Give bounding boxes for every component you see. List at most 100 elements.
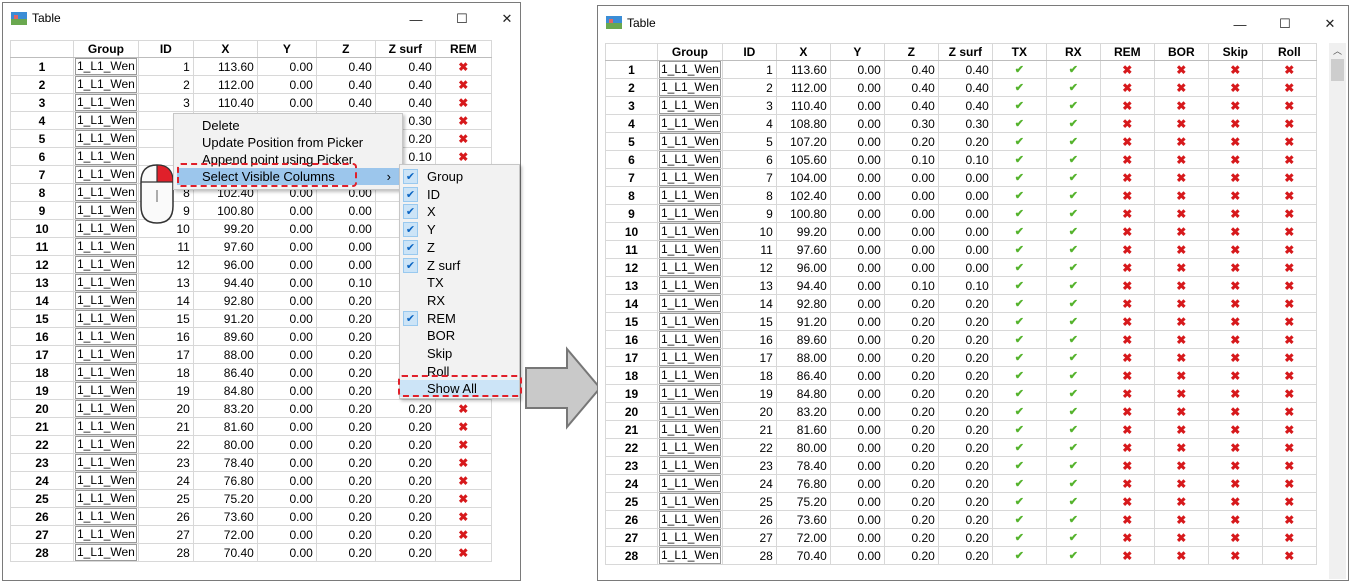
cell-group[interactable]: 1_L1_Wen bbox=[657, 366, 723, 385]
flag-cell[interactable]: ✖ bbox=[1261, 222, 1317, 241]
table-row[interactable]: 18 1_L1_Wen 18 86.40 0.00 0.20 0.20 ✔ ✔ ✖ ✖ ✖ ✖ bbox=[605, 366, 1317, 385]
flag-cell[interactable]: ✖ bbox=[1099, 294, 1155, 313]
flag-cell[interactable]: ✖ bbox=[1261, 60, 1317, 79]
flag-cell[interactable]: ✖ bbox=[1099, 510, 1155, 529]
cell-z-surf[interactable]: 0.00 bbox=[937, 168, 993, 187]
row-number[interactable]: 17 bbox=[605, 348, 658, 367]
flag-cell[interactable]: ✖ bbox=[1153, 258, 1209, 277]
cell-id[interactable]: 22 bbox=[137, 435, 194, 454]
cell-z-surf[interactable]: 0.20 bbox=[374, 489, 436, 508]
cell-z-surf[interactable]: 0.40 bbox=[937, 60, 993, 79]
cell-id[interactable]: 7 bbox=[721, 168, 777, 187]
cell-x[interactable]: 76.80 bbox=[192, 471, 258, 490]
cell-x[interactable]: 94.40 bbox=[192, 273, 258, 292]
cell-z-surf[interactable]: 0.00 bbox=[937, 204, 993, 223]
cell-z-surf[interactable]: 0.40 bbox=[374, 75, 436, 94]
cell-z[interactable]: 0.20 bbox=[315, 543, 376, 562]
cell-y[interactable]: 0.00 bbox=[256, 417, 317, 436]
cell-x[interactable]: 78.40 bbox=[775, 456, 831, 475]
cell-group[interactable]: 1_L1_Wen bbox=[657, 438, 723, 457]
flag-cell[interactable]: ✖ bbox=[1099, 240, 1155, 259]
flag-cell[interactable]: ✔ bbox=[991, 510, 1047, 529]
flag-cell[interactable]: ✖ bbox=[1261, 168, 1317, 187]
cell-id[interactable]: 20 bbox=[137, 399, 194, 418]
cell-x[interactable]: 91.20 bbox=[775, 312, 831, 331]
flag-cell[interactable]: ✖ bbox=[1207, 402, 1263, 421]
flag-cell[interactable]: ✖ bbox=[1261, 96, 1317, 115]
cell-z-surf[interactable]: 0.00 bbox=[937, 258, 993, 277]
flag-cell[interactable]: ✖ bbox=[1261, 78, 1317, 97]
cell-group[interactable]: 1_L1_Wen bbox=[73, 57, 139, 76]
cell-y[interactable]: 0.00 bbox=[829, 132, 885, 151]
cell-z[interactable]: 0.00 bbox=[883, 240, 939, 259]
cell-x[interactable]: 96.00 bbox=[192, 255, 258, 274]
table-row[interactable]: 19 1_L1_Wen 19 84.80 0.00 0.20 0.20 ✔ ✔ ✖ ✖ ✖ ✖ bbox=[605, 384, 1317, 403]
cell-x[interactable]: 97.60 bbox=[192, 237, 258, 256]
column-header-group[interactable]: Group bbox=[73, 40, 139, 58]
flag-cell[interactable]: ✖ bbox=[1153, 168, 1209, 187]
flag-cell[interactable]: ✖ bbox=[1153, 510, 1209, 529]
cell-y[interactable]: 0.00 bbox=[829, 402, 885, 421]
flag-cell[interactable]: ✖ bbox=[434, 507, 492, 526]
cell-z[interactable]: 0.20 bbox=[883, 402, 939, 421]
cell-x[interactable]: 73.60 bbox=[775, 510, 831, 529]
flag-cell[interactable]: ✔ bbox=[1045, 474, 1101, 493]
cell-x[interactable]: 113.60 bbox=[775, 60, 831, 79]
cell-z-surf[interactable]: 0.20 bbox=[937, 294, 993, 313]
cell-id[interactable]: 15 bbox=[721, 312, 777, 331]
row-number[interactable]: 21 bbox=[10, 417, 74, 436]
cell-z[interactable]: 0.20 bbox=[883, 456, 939, 475]
flag-cell[interactable]: ✔ bbox=[1045, 402, 1101, 421]
row-number[interactable]: 22 bbox=[10, 435, 74, 454]
flag-cell[interactable]: ✖ bbox=[1099, 204, 1155, 223]
row-number[interactable]: 5 bbox=[10, 129, 74, 148]
cell-z[interactable]: 0.00 bbox=[315, 255, 376, 274]
flag-cell[interactable]: ✔ bbox=[1045, 276, 1101, 295]
cell-group[interactable]: 1_L1_Wen bbox=[657, 204, 723, 223]
column-header-id[interactable]: ID bbox=[137, 40, 194, 58]
flag-cell[interactable]: ✖ bbox=[1261, 402, 1317, 421]
flag-cell[interactable]: ✖ bbox=[434, 453, 492, 472]
cell-x[interactable]: 92.80 bbox=[192, 291, 258, 310]
row-number[interactable]: 8 bbox=[605, 186, 658, 205]
table-row[interactable]: 2 1_L1_Wen 2 112.00 0.00 0.40 0.40 ✖ bbox=[10, 75, 492, 94]
cell-x[interactable]: 70.40 bbox=[192, 543, 258, 562]
cell-x[interactable]: 110.40 bbox=[775, 96, 831, 115]
flag-cell[interactable]: ✔ bbox=[1045, 348, 1101, 367]
flag-cell[interactable]: ✔ bbox=[991, 456, 1047, 475]
cell-x[interactable]: 100.80 bbox=[192, 201, 258, 220]
row-number[interactable]: 10 bbox=[10, 219, 74, 238]
cell-y[interactable]: 0.00 bbox=[829, 438, 885, 457]
flag-cell[interactable]: ✔ bbox=[991, 186, 1047, 205]
cell-z[interactable]: 0.30 bbox=[883, 114, 939, 133]
cell-group[interactable]: 1_L1_Wen bbox=[657, 258, 723, 277]
row-number[interactable]: 12 bbox=[605, 258, 658, 277]
row-number[interactable]: 3 bbox=[10, 93, 74, 112]
cell-z[interactable]: 0.10 bbox=[883, 276, 939, 295]
submenu-item-rx[interactable]: RX bbox=[400, 292, 519, 309]
cell-z[interactable]: 0.20 bbox=[315, 309, 376, 328]
cell-group[interactable]: 1_L1_Wen bbox=[657, 240, 723, 259]
submenu-item-tx[interactable]: TX bbox=[400, 274, 519, 291]
flag-cell[interactable]: ✖ bbox=[1099, 114, 1155, 133]
flag-cell[interactable]: ✔ bbox=[991, 348, 1047, 367]
column-header-bor[interactable]: BOR bbox=[1153, 43, 1209, 61]
flag-cell[interactable]: ✔ bbox=[1045, 438, 1101, 457]
flag-cell[interactable]: ✖ bbox=[434, 147, 492, 166]
cell-y[interactable]: 0.00 bbox=[829, 474, 885, 493]
flag-cell[interactable]: ✖ bbox=[1261, 528, 1317, 547]
flag-cell[interactable]: ✔ bbox=[991, 312, 1047, 331]
flag-cell[interactable]: ✔ bbox=[1045, 150, 1101, 169]
table-row[interactable]: 21 1_L1_Wen 21 81.60 0.00 0.20 0.20 ✔ ✔ ✖ ✖ ✖ ✖ bbox=[605, 420, 1317, 439]
cell-x[interactable]: 86.40 bbox=[192, 363, 258, 382]
table-row[interactable]: 1 1_L1_Wen 1 113.60 0.00 0.40 0.40 ✔ ✔ ✖ ✖ ✖ ✖ bbox=[605, 60, 1317, 79]
cell-id[interactable]: 1 bbox=[137, 57, 194, 76]
cell-z[interactable]: 0.20 bbox=[883, 528, 939, 547]
flag-cell[interactable]: ✖ bbox=[434, 129, 492, 148]
cell-x[interactable]: 107.20 bbox=[775, 132, 831, 151]
cell-z-surf[interactable]: 0.20 bbox=[374, 453, 436, 472]
cell-id[interactable]: 9 bbox=[721, 204, 777, 223]
cell-x[interactable]: 113.60 bbox=[192, 57, 258, 76]
column-header-rx[interactable]: RX bbox=[1045, 43, 1101, 61]
row-number[interactable]: 18 bbox=[10, 363, 74, 382]
